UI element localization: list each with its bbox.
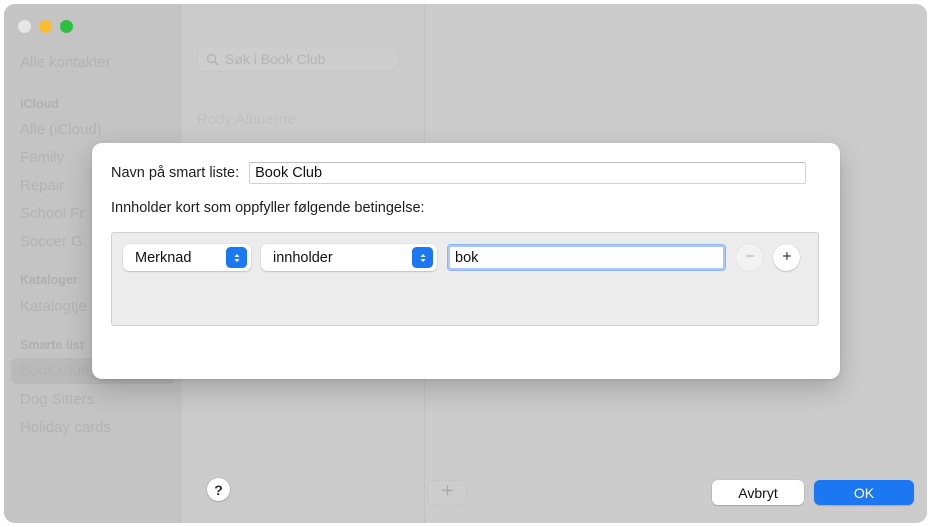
ok-button[interactable]: OK: [814, 480, 914, 505]
list-item[interactable]: Rody Albuerne: [197, 111, 295, 128]
sidebar-item-all-contacts[interactable]: Alle kontakter: [4, 50, 182, 76]
sidebar-item-label: Holiday cards: [20, 419, 111, 436]
condition-operator-value: innholder: [273, 250, 333, 266]
sidebar-item-label: Book Club: [20, 362, 89, 379]
smart-list-dialog: Navn på smart liste: Innholder kort som …: [92, 143, 840, 379]
sidebar-item-label: Dog Sitters: [20, 391, 94, 408]
sidebar-item-alle-icloud[interactable]: Alle (iCloud): [4, 117, 182, 143]
sidebar-item-label: School Fr: [20, 205, 84, 222]
sidebar-item-label: Soccer G: [20, 233, 83, 250]
condition-field-value: Merknad: [135, 250, 191, 266]
search-contacts-field[interactable]: Søk i Book Club: [197, 46, 399, 72]
chevron-up-down-icon: [412, 247, 433, 268]
smart-list-name-input[interactable]: [249, 162, 806, 184]
close-window-button[interactable]: [18, 20, 31, 33]
sidebar-item-label: Repair: [20, 177, 64, 194]
screen: Alle kontakter iCloud Alle (iCloud) Fami…: [0, 0, 931, 527]
question-mark-icon: ?: [214, 482, 223, 498]
sidebar-group-label: Kataloger: [20, 273, 78, 287]
smart-list-name-label: Navn på smart liste:: [111, 165, 239, 181]
plus-icon: [781, 249, 793, 267]
cancel-button[interactable]: Avbryt: [712, 480, 804, 505]
minimize-window-button[interactable]: [39, 20, 52, 33]
ok-button-label: OK: [854, 485, 874, 501]
sidebar-item-label: Katalogtje: [20, 298, 87, 315]
condition-field-select[interactable]: Merknad: [123, 244, 251, 271]
minus-icon: [744, 249, 756, 267]
window-controls: [18, 20, 73, 33]
search-placeholder-text: Søk i Book Club: [225, 51, 325, 67]
sidebar-group-label: iCloud: [20, 97, 59, 111]
remove-condition-button[interactable]: [736, 244, 763, 271]
condition-row: Merknad innholder: [123, 244, 800, 271]
sidebar-group-header-icloud: iCloud: [4, 94, 182, 114]
plus-icon: [441, 484, 454, 502]
cancel-button-label: Avbryt: [738, 485, 777, 501]
conditions-group: Merknad innholder: [111, 232, 819, 326]
add-contact-button[interactable]: [427, 480, 467, 506]
sidebar-item-label: Alle (iCloud): [20, 121, 102, 138]
sidebar-item-label: Family: [20, 149, 64, 166]
sidebar-item-label: Alle kontakter: [20, 54, 111, 71]
contact-name: Rody Albuerne: [197, 111, 295, 128]
help-button[interactable]: ?: [207, 478, 230, 501]
sidebar-item-dog-sitters[interactable]: Dog Sitters: [4, 387, 182, 413]
sidebar-group-label: Smarte list: [20, 338, 84, 352]
search-icon: [206, 53, 219, 66]
smart-list-name-row: Navn på smart liste:: [111, 162, 806, 184]
condition-operator-select[interactable]: innholder: [261, 244, 437, 271]
sidebar-item-holiday-cards[interactable]: Holiday cards: [4, 415, 182, 441]
chevron-up-down-icon: [226, 247, 247, 268]
add-condition-button[interactable]: [773, 244, 800, 271]
maximize-window-button[interactable]: [60, 20, 73, 33]
condition-value-input[interactable]: [447, 244, 726, 271]
condition-description-label: Innholder kort som oppfyller følgende be…: [111, 200, 425, 216]
